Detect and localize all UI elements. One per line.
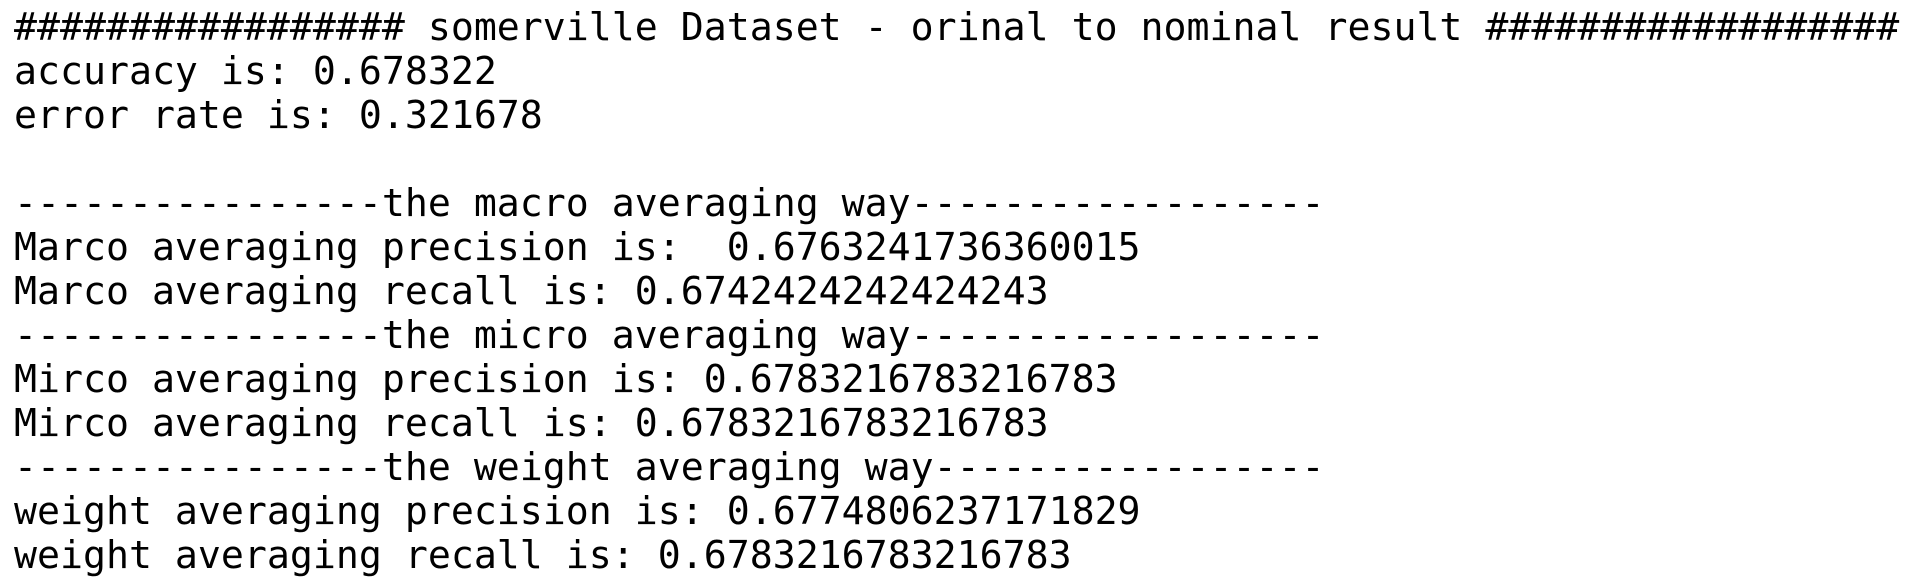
terminal-output: ################# somerville Dataset - o… (0, 0, 1912, 582)
weight-precision-line: weight averaging precision is: 0.6774806… (14, 490, 1141, 534)
micro-divider: ----------------the micro averaging way-… (14, 314, 1325, 358)
result-header: ################# somerville Dataset - o… (14, 6, 1900, 50)
weight-divider: ----------------the weight averaging way… (14, 446, 1325, 490)
micro-recall-line: Mirco averaging recall is: 0.67832167832… (14, 402, 1049, 446)
macro-precision-line: Marco averaging precision is: 0.67632417… (14, 226, 1141, 270)
error-rate-line: error rate is: 0.321678 (14, 94, 543, 138)
macro-recall-line: Marco averaging recall is: 0.67424242424… (14, 270, 1049, 314)
accuracy-line: accuracy is: 0.678322 (14, 50, 497, 94)
weight-recall-line: weight averaging recall is: 0.6783216783… (14, 534, 1072, 578)
micro-precision-line: Mirco averaging precision is: 0.67832167… (14, 358, 1118, 402)
macro-divider: ----------------the macro averaging way-… (14, 182, 1325, 226)
